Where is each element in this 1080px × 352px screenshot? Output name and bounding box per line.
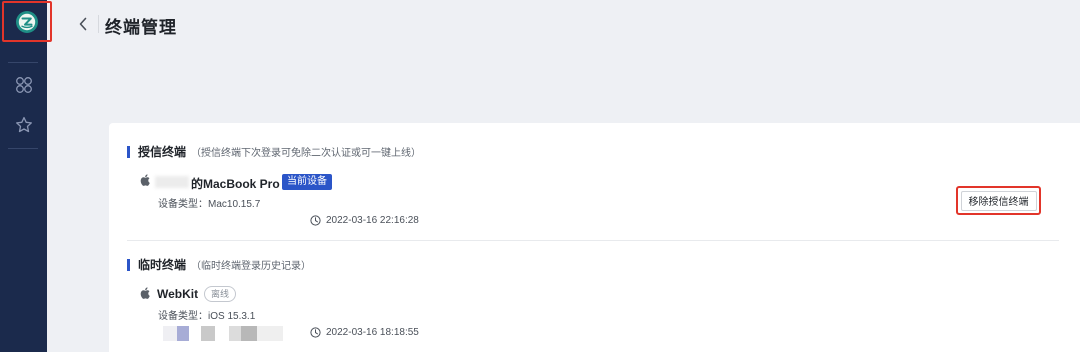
offline-badge: 离线 (204, 286, 237, 302)
trusted-device-type: 设备类型：Mac10.15.7 (158, 195, 260, 210)
redacted-ip-block (177, 326, 189, 341)
redacted-ip-block (163, 326, 177, 341)
clock-icon (310, 327, 321, 338)
clock-icon (310, 215, 321, 226)
section-marker (127, 145, 130, 158)
app-logo-icon[interactable] (15, 10, 39, 34)
redacted-username (155, 176, 189, 188)
apple-icon (140, 287, 150, 299)
apps-grid-icon[interactable] (14, 75, 34, 95)
sidebar-divider (8, 62, 38, 63)
section-marker (127, 258, 130, 271)
temporary-device-type: 设备类型：iOS 15.3.1 (158, 307, 255, 322)
device-type-label: 设备类型： (158, 199, 208, 210)
redacted-ip-block (201, 326, 215, 341)
logo-highlight (2, 1, 52, 42)
header-divider (98, 15, 99, 33)
temporary-section-header: 临时终端 （临时终端登录历史记录） (127, 256, 311, 273)
device-type-label: 设备类型： (158, 311, 208, 322)
trusted-section-title: 授信终端 (138, 145, 187, 159)
chevron-left-icon (79, 17, 87, 31)
back-button[interactable] (75, 14, 91, 34)
temporary-device-name: WebKit (157, 287, 199, 301)
temporary-section-note: （临时终端登录历史记录） (191, 261, 312, 272)
page-header: 终端管理 (47, 0, 1080, 50)
page-title: 终端管理 (105, 18, 177, 37)
redacted-ip-block (229, 326, 241, 341)
remove-button-highlight: 移除授信终端 (956, 186, 1041, 215)
star-icon[interactable] (14, 115, 34, 135)
remove-trusted-button[interactable]: 移除授信终端 (960, 190, 1037, 211)
redacted-ip-block (257, 326, 283, 341)
trusted-section-header: 授信终端 （授信终端下次登录可免除二次认证或可一键上线） (127, 143, 421, 160)
trusted-device-time: 2022-03-16 22:16:28 (326, 215, 419, 226)
device-type-value: Mac10.15.7 (208, 199, 261, 210)
device-type-value: iOS 15.3.1 (208, 311, 256, 322)
trusted-device-name: 的MacBook Pro (191, 177, 280, 191)
temporary-device-time: 2022-03-16 18:18:55 (326, 327, 419, 338)
sidebar (0, 0, 47, 352)
trusted-section-note: （授信终端下次登录可免除二次认证或可一键上线） (191, 148, 422, 159)
current-device-badge: 当前设备 (282, 174, 332, 190)
apple-icon (140, 174, 150, 186)
temporary-section-title: 临时终端 (138, 258, 187, 272)
redacted-ip-block (241, 326, 257, 341)
sidebar-divider (8, 148, 38, 149)
section-divider (127, 240, 1059, 241)
terminal-card: 授信终端 （授信终端下次登录可免除二次认证或可一键上线） 的MacBook Pr… (109, 123, 1080, 352)
